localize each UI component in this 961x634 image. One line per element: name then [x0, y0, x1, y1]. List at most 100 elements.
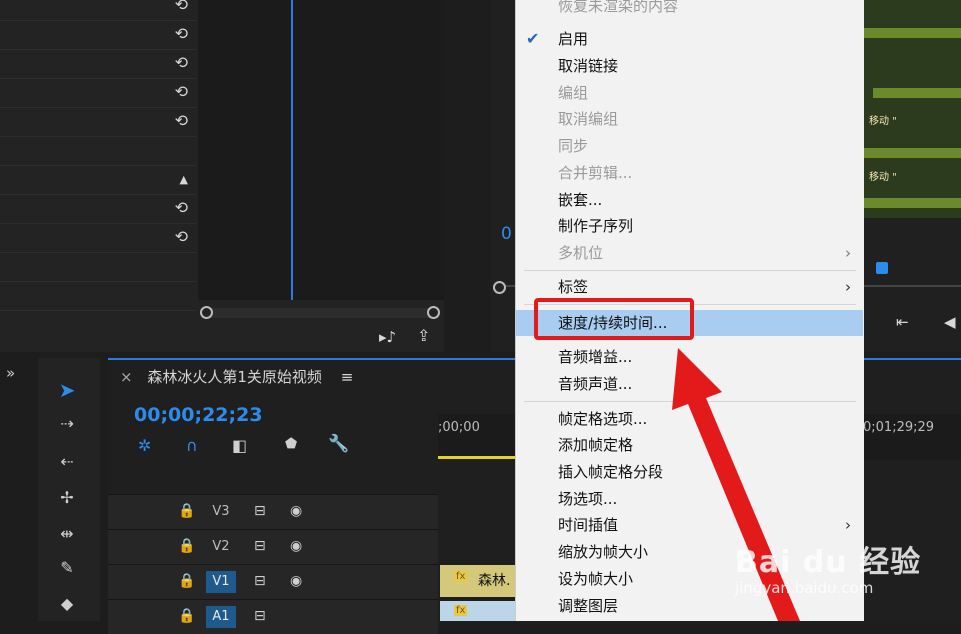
effect-zoom-scrollbar[interactable]: [200, 306, 440, 319]
property-row[interactable]: ▲: [0, 166, 196, 195]
checkmark-icon: ✔: [526, 29, 540, 48]
scrub-handle[interactable]: [493, 281, 506, 294]
menu-item-label: 时间插值: [558, 516, 619, 534]
menu-item-nest[interactable]: 嵌套...: [516, 187, 863, 213]
step-back-icon[interactable]: ⇤: [896, 313, 909, 331]
menu-item-ungroup[interactable]: 取消编组: [516, 106, 863, 132]
game-platform: [863, 148, 961, 158]
timeline-timecode[interactable]: 00;00;22;23: [134, 404, 263, 426]
track-header-v1[interactable]: 🔒 V1 ⊟ ◉: [108, 564, 438, 599]
fx-badge-icon: fx: [454, 605, 468, 616]
track-name[interactable]: V2: [206, 536, 236, 558]
watermark-logo: Bai du 经验: [735, 545, 922, 580]
sync-lock-icon[interactable]: ⊟: [254, 503, 266, 519]
track-select-tool-icon[interactable]: ⇢: [52, 414, 82, 433]
hand-tool-icon[interactable]: ◆: [52, 594, 82, 613]
game-text: 移动 ": [869, 172, 897, 183]
sync-lock-icon[interactable]: ⊟: [254, 538, 266, 554]
playhead-line[interactable]: [291, 0, 293, 300]
lock-icon[interactable]: 🔒: [178, 608, 195, 624]
snap-icon[interactable]: ✲: [138, 436, 151, 455]
eye-icon[interactable]: ◉: [290, 503, 302, 519]
reset-icon[interactable]: ⟲: [175, 82, 188, 101]
audio-clip[interactable]: fx: [440, 601, 515, 621]
property-row[interactable]: ⟲: [0, 0, 196, 21]
ripple-edit-tool-icon[interactable]: ⇠: [52, 452, 82, 471]
menu-item-merge-clips[interactable]: 合并剪辑...: [516, 160, 863, 186]
menu-item-enable[interactable]: ✔ 启用: [516, 26, 863, 52]
export-icon[interactable]: ⇪: [417, 326, 430, 345]
game-text: 移动 ": [869, 116, 897, 127]
slip-tool-icon[interactable]: ⇹: [52, 524, 82, 543]
scroll-handle-left[interactable]: [200, 306, 213, 319]
sync-lock-icon[interactable]: ⊟: [254, 573, 266, 589]
lock-icon[interactable]: 🔒: [178, 538, 195, 554]
menu-separator: [524, 270, 856, 271]
scroll-handle-right[interactable]: [427, 306, 440, 319]
track-header-a1[interactable]: 🔒 A1 ⊟: [108, 599, 438, 634]
menu-item-multi-camera[interactable]: 多机位 ›: [516, 240, 863, 266]
menu-item-group[interactable]: 编组: [516, 80, 863, 106]
work-area-bar[interactable]: [438, 456, 518, 459]
menu-item-label: 启用: [558, 30, 589, 48]
lock-icon[interactable]: 🔒: [178, 573, 195, 589]
reset-icon[interactable]: ⟲: [175, 227, 188, 246]
linked-selection-icon[interactable]: ∩: [186, 436, 198, 455]
play-audio-icon[interactable]: ▸♪: [379, 328, 396, 346]
property-row[interactable]: ⟲: [0, 195, 196, 224]
wrench-icon[interactable]: 🔧: [328, 434, 349, 454]
panel-menu-icon[interactable]: ≡: [341, 368, 354, 386]
property-row: [0, 253, 196, 282]
submenu-arrow-icon: ›: [845, 516, 851, 534]
reset-icon[interactable]: ⟲: [175, 111, 188, 130]
property-row[interactable]: ⟲: [0, 108, 196, 137]
menu-item-make-subsequence[interactable]: 制作子序列: [516, 213, 863, 239]
step-back-frame-icon[interactable]: ◀: [944, 313, 956, 331]
menu-item-unlink[interactable]: 取消链接: [516, 53, 863, 79]
submenu-arrow-icon: ›: [845, 278, 851, 296]
menu-item-label-color[interactable]: 标签 ›: [516, 274, 863, 300]
lock-icon[interactable]: 🔒: [178, 503, 195, 519]
track-header-v2[interactable]: 🔒 V2 ⊟ ◉: [108, 529, 438, 564]
panel-expand-button[interactable]: »: [6, 364, 15, 382]
playhead-marker[interactable]: [876, 262, 888, 274]
triangle-up-icon[interactable]: ▲: [180, 173, 188, 186]
reset-icon[interactable]: ⟲: [175, 198, 188, 217]
track-name[interactable]: A1: [206, 606, 236, 628]
game-platform: [863, 28, 961, 38]
menu-item-synchronize[interactable]: 同步: [516, 133, 863, 159]
property-row[interactable]: ⟲: [0, 50, 196, 79]
ruler-end-label: 0;01;29;29: [863, 420, 935, 435]
video-frame: 移动 " 移动 ": [863, 0, 961, 218]
reset-icon[interactable]: ⟲: [175, 0, 188, 14]
reset-icon[interactable]: ⟲: [175, 24, 188, 43]
razor-tool-icon[interactable]: ✢: [52, 488, 82, 507]
property-row[interactable]: ⟲: [0, 224, 196, 253]
ruler-start-label: ;00;00: [438, 420, 480, 435]
track-name[interactable]: V1: [206, 571, 236, 593]
eye-icon[interactable]: ◉: [290, 573, 302, 589]
track-header-v3[interactable]: 🔒 V3 ⊟ ◉: [108, 494, 438, 529]
property-row: [0, 137, 196, 166]
reset-icon[interactable]: ⟲: [175, 53, 188, 72]
close-icon[interactable]: ×: [120, 368, 133, 386]
video-clip[interactable]: fx 森林.: [440, 565, 515, 597]
submenu-arrow-icon: ›: [845, 244, 851, 262]
track-name[interactable]: V3: [206, 501, 236, 523]
property-row[interactable]: ⟲: [0, 79, 196, 108]
effect-timeline-area[interactable]: [198, 0, 444, 300]
sync-lock-icon[interactable]: ⊟: [254, 608, 266, 624]
sequence-tab[interactable]: × 森林冰火人第1关原始视频 ≡: [120, 366, 353, 387]
eye-icon[interactable]: ◉: [290, 538, 302, 554]
marker-icon[interactable]: ⬟: [285, 436, 297, 452]
watermark-url: jingyan.baidu.com: [735, 579, 874, 597]
baidu-watermark: Bai du 经验 jingyan.baidu.com: [735, 537, 921, 597]
game-platform: [863, 198, 961, 208]
add-marker-icon[interactable]: ◧: [232, 436, 247, 455]
menu-item-restore-unrendered[interactable]: 恢复未渲染的内容: [516, 0, 863, 19]
property-row[interactable]: ⟲: [0, 21, 196, 50]
selection-tool-icon[interactable]: ➤: [52, 378, 82, 402]
pen-tool-icon[interactable]: ✎: [52, 558, 82, 577]
menu-item-label: 多机位: [558, 244, 604, 262]
monitor-timecode[interactable]: 0: [501, 224, 512, 244]
